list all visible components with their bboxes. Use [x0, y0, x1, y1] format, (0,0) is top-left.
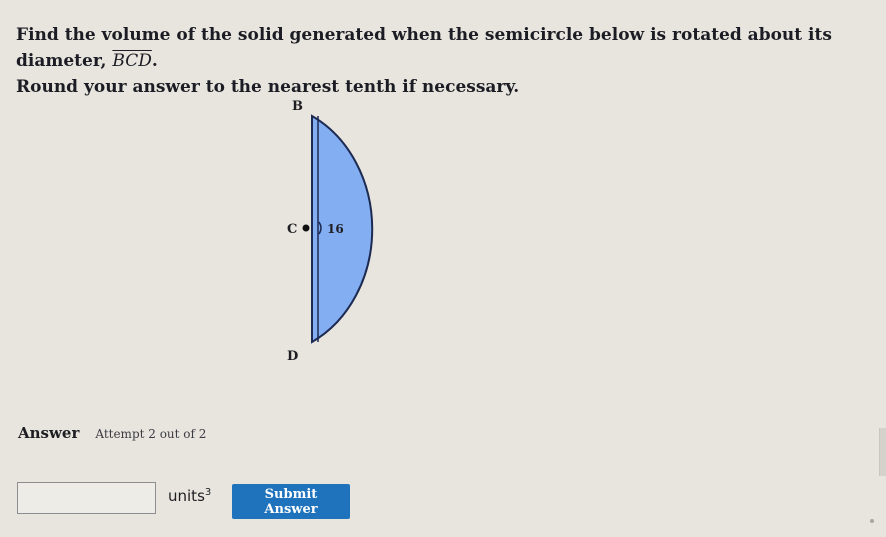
label-d: D — [287, 349, 298, 364]
label-b: B — [292, 99, 303, 114]
units-exponent: 3 — [204, 487, 212, 498]
question-suffix: . — [151, 51, 158, 71]
radius-label: 16 — [327, 222, 344, 236]
semicircle-figure: B C D 16 — [287, 99, 374, 364]
units-label: units3 — [168, 487, 211, 505]
decorative-dot — [870, 519, 874, 523]
submit-answer-button[interactable]: Submit Answer — [232, 484, 350, 519]
scrollbar[interactable] — [879, 428, 886, 476]
question-line-1: Find the volume of the solid generated w… — [16, 22, 876, 74]
diameter-name: BCD — [112, 51, 152, 71]
answer-input[interactable] — [17, 482, 156, 514]
answer-header: Answer Attempt 2 out of 2 — [18, 424, 206, 442]
units-text: units — [168, 487, 205, 505]
label-c: C — [287, 222, 297, 237]
answer-label: Answer — [18, 424, 80, 442]
attempt-counter: Attempt 2 out of 2 — [95, 427, 207, 441]
center-point — [302, 224, 310, 232]
